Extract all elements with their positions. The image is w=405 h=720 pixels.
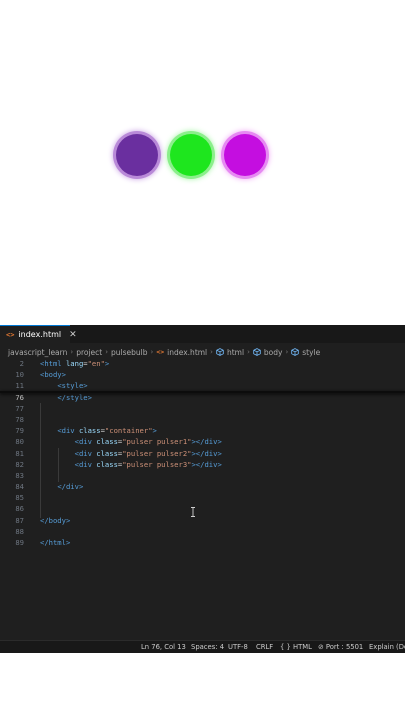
line-number: 89 [15, 538, 24, 547]
status-language-mode[interactable]: { } HTML [280, 643, 312, 651]
code-line[interactable]: 82 <div class="pulser pulser3"></div> [0, 459, 405, 470]
pulser-bulb-green [170, 134, 212, 176]
line-number: 2 [19, 359, 24, 368]
breadcrumb-item[interactable]: project [76, 348, 102, 357]
symbol-element-icon [216, 348, 224, 356]
chevron-right-icon: › [105, 348, 109, 356]
line-number: 81 [15, 448, 24, 458]
breadcrumb-item[interactable]: javascript_learn [8, 348, 67, 357]
line-number: 88 [15, 526, 24, 536]
sticky-scroll-divider [0, 391, 405, 393]
code-line[interactable]: 87 </body> [0, 515, 405, 526]
line-number: 82 [15, 459, 24, 469]
text-cursor-icon [191, 507, 195, 517]
code-text: </div> [57, 482, 84, 492]
breadcrumb-item[interactable]: body [264, 348, 283, 357]
status-live-server-port[interactable]: ⊘ Port : 5501 [318, 643, 363, 651]
code-editor: <> index.html ✕ javascript_learn › proje… [0, 325, 405, 653]
code-text: <body> [40, 370, 66, 380]
code-line[interactable]: 89 </html> [0, 537, 405, 548]
status-indentation[interactable]: Spaces: 4 [191, 643, 224, 651]
code-line[interactable]: 80 <div class="pulser pulser1"></div> [0, 436, 405, 447]
line-number: 80 [15, 437, 24, 447]
code-text: </style> [57, 392, 92, 402]
bottom-blank-area [0, 653, 405, 720]
line-number: 76 [15, 392, 24, 402]
code-line[interactable]: 83 [0, 470, 405, 481]
code-line[interactable]: 11 <style> [0, 380, 405, 391]
code-text: <div class="pulser pulser1"></div> [74, 437, 222, 447]
code-line[interactable]: 2 <html lang="en"> [0, 358, 405, 369]
line-number: 79 [15, 426, 24, 436]
code-line[interactable]: 77 [0, 403, 405, 414]
breadcrumb-item[interactable]: index.html [167, 348, 207, 357]
code-line[interactable]: 86 [0, 503, 405, 514]
code-line[interactable]: 79 <div class="container"> [0, 425, 405, 436]
code-line[interactable]: 88 [0, 526, 405, 537]
close-icon[interactable]: ✕ [69, 330, 77, 340]
tab-bar: <> index.html ✕ [0, 325, 405, 343]
status-bar: Ln 76, Col 13 Spaces: 4 UTF-8 CRLF { } H… [0, 640, 405, 653]
symbol-element-icon [253, 348, 261, 356]
browser-preview [0, 0, 405, 325]
line-number: 77 [15, 403, 24, 413]
code-text: <style> [57, 381, 88, 391]
code-line[interactable]: 10 <body> [0, 369, 405, 380]
code-text: </body> [40, 515, 71, 525]
symbol-element-icon [291, 348, 299, 356]
line-number: 78 [15, 414, 24, 424]
line-number: 83 [15, 470, 24, 480]
code-line[interactable]: 84 </div> [0, 481, 405, 492]
chevron-right-icon: › [210, 348, 213, 356]
breadcrumb-item[interactable]: html [227, 348, 244, 357]
code-line[interactable]: 76 </style> [0, 392, 405, 403]
status-explain[interactable]: Explain (De [369, 643, 405, 651]
tab-index-html[interactable]: <> index.html ✕ [0, 325, 77, 343]
indent-guide [40, 403, 41, 518]
status-eol[interactable]: CRLF [256, 643, 273, 651]
chevron-right-icon: › [247, 348, 250, 356]
status-cursor-position[interactable]: Ln 76, Col 13 [141, 643, 186, 651]
line-number: 87 [15, 515, 24, 525]
pulser-bulb-purple [116, 134, 158, 176]
pulser-bulb-magenta [224, 134, 266, 176]
tab-label: index.html [18, 330, 62, 339]
code-text: <div class="pulser pulser3"></div> [74, 459, 222, 469]
chevron-right-icon: › [150, 348, 154, 356]
code-text: </html> [40, 538, 71, 547]
breadcrumb-item[interactable]: style [302, 348, 320, 357]
line-number: 85 [15, 493, 24, 503]
code-line[interactable]: 78 [0, 414, 405, 425]
code-line[interactable]: 85 [0, 492, 405, 503]
code-text: <div class="container"> [57, 426, 157, 436]
chevron-right-icon: › [70, 348, 74, 356]
code-line[interactable]: 81 <div class="pulser pulser2"></div> [0, 448, 405, 459]
breadcrumb: javascript_learn › project › pulsebulb ›… [8, 346, 320, 358]
breadcrumb-item[interactable]: pulsebulb [111, 348, 147, 357]
line-number: 11 [15, 381, 24, 391]
code-text: <html lang="en"> [40, 359, 110, 368]
code-text: <div class="pulser pulser2"></div> [74, 448, 222, 458]
code-area[interactable]: 2 <html lang="en"> 10 <body> 11 <style> 76 </… [0, 358, 405, 548]
chevron-right-icon: › [285, 348, 289, 356]
html-file-icon: <> [156, 348, 165, 356]
status-encoding[interactable]: UTF-8 [228, 643, 248, 651]
line-number: 86 [15, 504, 24, 514]
line-number: 84 [15, 482, 24, 492]
indent-guide [58, 448, 59, 482]
line-number: 10 [15, 370, 24, 380]
html-file-icon: <> [6, 330, 15, 339]
